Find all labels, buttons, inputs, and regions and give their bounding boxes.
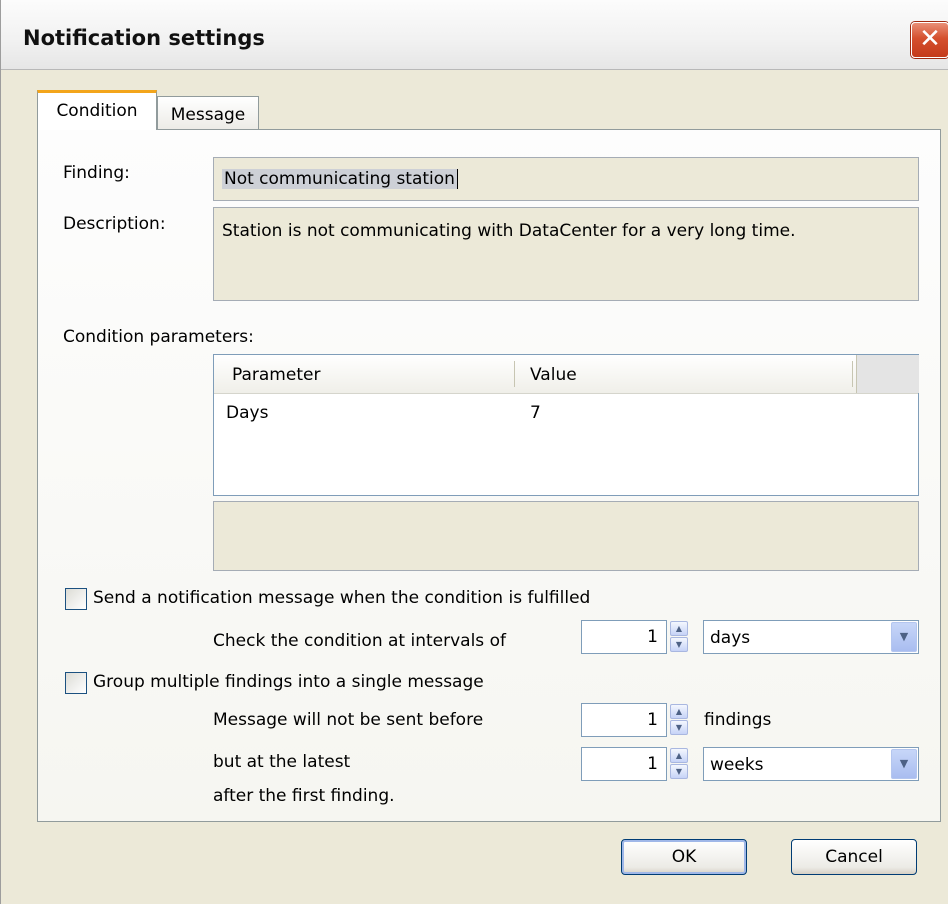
description-label: Description: — [63, 214, 166, 234]
notification-settings-window: Notification settings ✕ Condition Messag… — [0, 0, 948, 904]
group-findings-checkbox[interactable] — [65, 672, 87, 694]
column-divider[interactable] — [514, 361, 515, 387]
finding-label: Finding: — [63, 163, 130, 183]
spin-down-icon[interactable]: ▼ — [670, 720, 688, 735]
column-header-value[interactable]: Value — [530, 365, 577, 385]
parameter-detail-box — [213, 501, 919, 571]
column-divider[interactable] — [852, 361, 853, 387]
group-findings-label[interactable]: Group multiple findings into a single me… — [93, 672, 484, 692]
latest-input[interactable]: 1 — [581, 747, 667, 781]
chevron-down-icon[interactable]: ▼ — [891, 749, 917, 779]
parameters-table[interactable]: Parameter Value Days 7 — [213, 354, 919, 496]
description-field[interactable]: Station is not communicating with DataCe… — [213, 207, 919, 301]
chevron-down-icon[interactable]: ▼ — [891, 622, 917, 652]
interval-unit-value: days — [710, 628, 751, 648]
table-header: Parameter Value — [214, 355, 919, 394]
column-header-parameter[interactable]: Parameter — [232, 365, 320, 385]
header-filler — [856, 355, 919, 393]
latest-spinner[interactable]: ▲ ▼ — [668, 747, 690, 781]
findings-unit-label: findings — [704, 710, 772, 730]
cell-parameter: Days — [226, 403, 269, 423]
description-value: Station is not communicating with DataCe… — [222, 221, 796, 241]
finding-field[interactable]: Not communicating station — [213, 157, 919, 201]
condition-parameters-label: Condition parameters: — [63, 327, 254, 347]
panel-content: Finding: Not communicating station Descr… — [1, 0, 948, 904]
after-first-finding-label: after the first finding. — [213, 786, 395, 806]
spin-up-icon[interactable]: ▲ — [670, 704, 688, 719]
latest-label: but at the latest — [213, 752, 351, 772]
latest-unit-select[interactable]: weeks ▼ — [703, 747, 919, 781]
interval-input[interactable]: 1 — [581, 620, 667, 654]
interval-unit-select[interactable]: days ▼ — [703, 620, 919, 654]
latest-unit-value: weeks — [710, 755, 764, 775]
interval-label: Check the condition at intervals of — [213, 631, 506, 651]
not-before-spinner[interactable]: ▲ ▼ — [668, 703, 690, 737]
spin-down-icon[interactable]: ▼ — [670, 764, 688, 779]
interval-spinner[interactable]: ▲ ▼ — [668, 620, 690, 654]
cell-value: 7 — [530, 403, 541, 423]
spin-up-icon[interactable]: ▲ — [670, 748, 688, 763]
not-before-label: Message will not be sent before — [213, 710, 484, 730]
send-notification-checkbox[interactable] — [65, 588, 87, 610]
spin-down-icon[interactable]: ▼ — [670, 637, 688, 652]
spin-up-icon[interactable]: ▲ — [670, 621, 688, 636]
finding-value: Not communicating station — [222, 169, 458, 189]
send-notification-label[interactable]: Send a notification message when the con… — [93, 588, 590, 608]
not-before-input[interactable]: 1 — [581, 703, 667, 737]
